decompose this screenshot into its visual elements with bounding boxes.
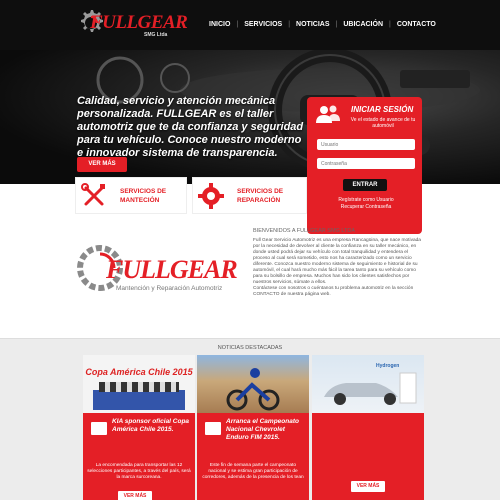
login-title: INICIAR SESIÓN	[351, 105, 414, 114]
car-graphic	[324, 372, 417, 405]
press-people-graphic	[99, 382, 179, 392]
news-heading: NOTICIAS DESTACADAS	[217, 345, 283, 351]
news-card: Arranca el Campeonato Nacional Chevrolet…	[197, 355, 309, 500]
about-paragraph: Full Gear Servicio Automotriz es una emp…	[253, 238, 421, 285]
news-icon	[205, 422, 221, 435]
news-card-ver-mas-button[interactable]: VER MÁS	[118, 491, 152, 500]
header: FULLGEAR SMG Ltda INICIO | SERVICIOS | N…	[0, 0, 500, 50]
service-repair-card[interactable]: SERVICIOS DE REPARACIÓN	[192, 177, 307, 214]
main-nav: INICIO | SERVICIOS | NOTICIAS | UBICACIÓ…	[203, 20, 442, 30]
news-card-image-caption: Copa América Chile 2015	[85, 367, 193, 377]
about-logo: FULLGEAR Mantención y Reparación Automot…	[76, 240, 246, 305]
news-card-title[interactable]: KIA sponsor oficial Copa América Chile 2…	[112, 418, 192, 434]
press-table-graphic	[93, 390, 185, 410]
news-card-image: Hydrogen	[312, 355, 424, 413]
motorbike-rider-graphic	[226, 368, 280, 411]
brand-name: FULLGEAR	[90, 12, 188, 33]
login-links: Regístrate como Usuario Recuperar Contra…	[317, 197, 415, 211]
tools-icon	[81, 183, 105, 206]
news-card-image-caption: Hydrogen	[376, 363, 400, 369]
news-card-text: Este fin de semana parte el campeonato n…	[202, 463, 304, 480]
recover-password-link[interactable]: Recuperar Contraseña	[317, 204, 415, 211]
news-card-title-box: Arranca el Campeonato Nacional Chevrolet…	[201, 413, 305, 459]
about-paragraph: Contáctese con nosotros o cuéntanos tu p…	[253, 286, 414, 297]
login-subtitle: Ve el estado de avance de tu automóvil	[350, 117, 416, 129]
news-icon	[91, 422, 107, 435]
about-text: Full Gear Servicio Automotriz es una emp…	[253, 238, 423, 298]
register-link[interactable]: Regístrate como Usuario	[317, 197, 415, 204]
about-title: BIENVENIDOS A FULLGEAR SMG LTDA	[253, 228, 355, 234]
hero-headline: Calidad, servicio y atención mecánica pe…	[77, 95, 304, 159]
about-logo-tagline: Mantención y Reparación Automotriz	[116, 285, 223, 292]
hero-ver-mas-button[interactable]: VER MÁS	[77, 157, 127, 172]
login-submit-button[interactable]: ENTRAR	[343, 179, 387, 191]
user-group-icon	[316, 105, 340, 123]
news-card-text: La encomendada para transportar las 12 s…	[87, 463, 191, 480]
news-card-image	[197, 355, 309, 413]
news-card-image: Copa América Chile 2015	[83, 355, 195, 413]
nav-inicio[interactable]: INICIO	[203, 20, 236, 30]
nav-servicios[interactable]: SERVICIOS	[238, 20, 288, 30]
news-card: Hydrogen VER MÁS	[312, 355, 424, 500]
service-maintenance-card[interactable]: SERVICIOS DE MANTECIÓN	[75, 177, 187, 214]
hero-banner: Calidad, servicio y atención mecánica pe…	[0, 50, 500, 184]
brand-subtitle: SMG Ltda	[144, 32, 168, 38]
service-repair-label: SERVICIOS DE REPARACIÓN	[237, 188, 284, 204]
brand-logo[interactable]: FULLGEAR SMG Ltda	[76, 6, 196, 44]
page: FULLGEAR SMG Ltda INICIO | SERVICIOS | N…	[0, 0, 500, 500]
about-logo-brand: FULLGEAR	[106, 255, 238, 284]
news-card-ver-mas-button[interactable]: VER MÁS	[351, 481, 385, 492]
news-card-title-box: KIA sponsor oficial Copa América Chile 2…	[87, 413, 191, 459]
username-input[interactable]	[317, 139, 415, 150]
login-panel: INICIAR SESIÓN Ve el estado de avance de…	[307, 97, 422, 234]
news-card: Copa América Chile 2015 KIA sponsor ofic…	[83, 355, 195, 500]
nav-contacto[interactable]: CONTACTO	[391, 20, 442, 30]
password-input[interactable]	[317, 158, 415, 169]
news-section: NOTICIAS DESTACADAS Copa América Chile 2…	[0, 338, 500, 500]
engine-gear-icon	[198, 183, 224, 209]
nav-ubicacion[interactable]: UBICACIÓN	[337, 20, 389, 30]
news-card-title[interactable]: Arranca el Campeonato Nacional Chevrolet…	[226, 418, 306, 442]
nav-noticias[interactable]: NOTICIAS	[290, 20, 335, 30]
service-maintenance-label: SERVICIOS DE MANTECIÓN	[120, 188, 167, 204]
